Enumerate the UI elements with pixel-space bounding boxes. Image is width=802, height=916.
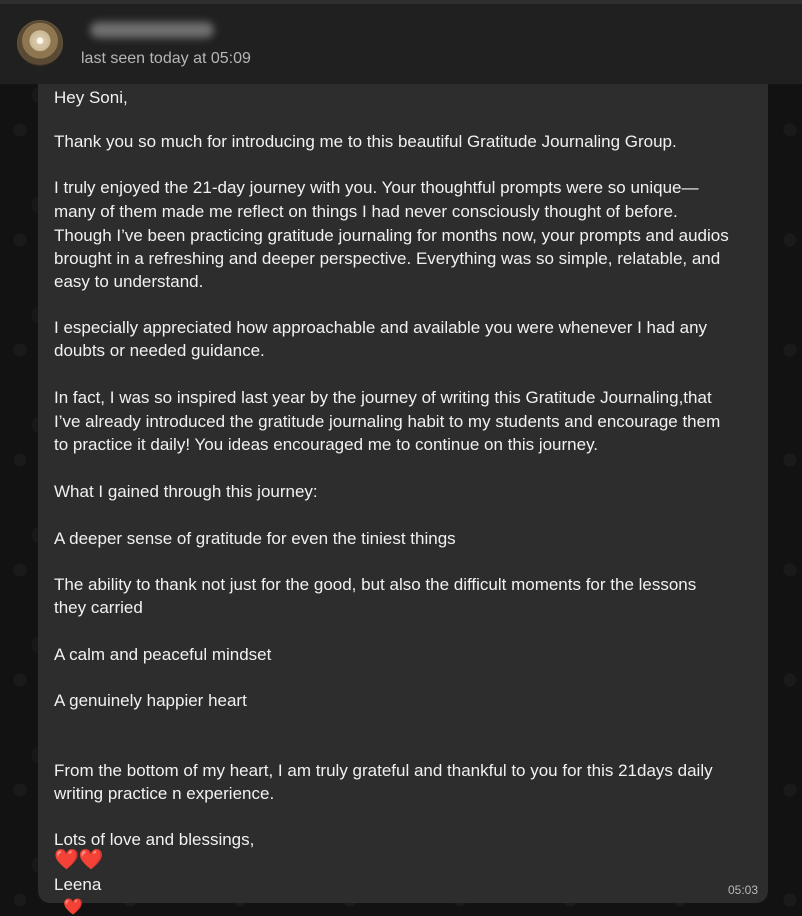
message-line: writing practice n experience. bbox=[54, 784, 275, 803]
heart-reaction[interactable]: ❤️ bbox=[63, 899, 83, 915]
message-line: The ability to thank not just for the go… bbox=[54, 575, 697, 594]
message-line: Leena bbox=[54, 875, 102, 894]
message-line: to practice it daily! You ideas encourag… bbox=[54, 435, 599, 454]
message-line: From the bottom of my heart, I am truly … bbox=[54, 761, 713, 780]
message-line: A genuinely happier heart bbox=[54, 691, 247, 710]
avatar[interactable] bbox=[17, 20, 63, 66]
blurred-contact-name bbox=[90, 22, 214, 38]
message-line: What I gained through this journey: bbox=[54, 482, 318, 501]
message-line: easy to understand. bbox=[54, 272, 204, 291]
message-bubble[interactable]: Hey Soni, Thank you so much for introduc… bbox=[38, 84, 768, 903]
message-line: I especially appreciated how approachabl… bbox=[54, 318, 708, 337]
message-line: Thank you so much for introducing me to … bbox=[54, 132, 677, 151]
heart-emoji-pair: ❤️❤️ bbox=[54, 849, 104, 871]
message-line: brought in a refreshing and deeper persp… bbox=[54, 249, 721, 268]
chat-header[interactable]: last seen today at 05:09 bbox=[0, 4, 802, 85]
message-line: Though I’ve been practicing gratitude jo… bbox=[54, 226, 729, 245]
message-line: In fact, I was so inspired last year by … bbox=[54, 388, 712, 407]
message-line: many of them made me reflect on things I… bbox=[54, 202, 678, 221]
message-line: doubts or needed guidance. bbox=[54, 341, 265, 360]
message-line: they carried bbox=[54, 598, 143, 617]
message-line: A calm and peaceful mindset bbox=[54, 645, 272, 664]
emoji-line: ❤️❤️ bbox=[54, 849, 104, 873]
chat-window: last seen today at 05:09 Hey Soni, Thank… bbox=[0, 0, 802, 916]
message-timestamp: 05:03 bbox=[727, 883, 758, 897]
message-line: A deeper sense of gratitude for even the… bbox=[54, 529, 456, 548]
message-line: I’ve already introduced the gratitude jo… bbox=[54, 412, 721, 431]
last-seen-status: last seen today at 05:09 bbox=[81, 50, 251, 67]
message-line: Lots of love and blessings, bbox=[54, 830, 255, 849]
message-line: Hey Soni, bbox=[54, 88, 128, 107]
message-line: I truly enjoyed the 21-day journey with … bbox=[54, 178, 699, 197]
